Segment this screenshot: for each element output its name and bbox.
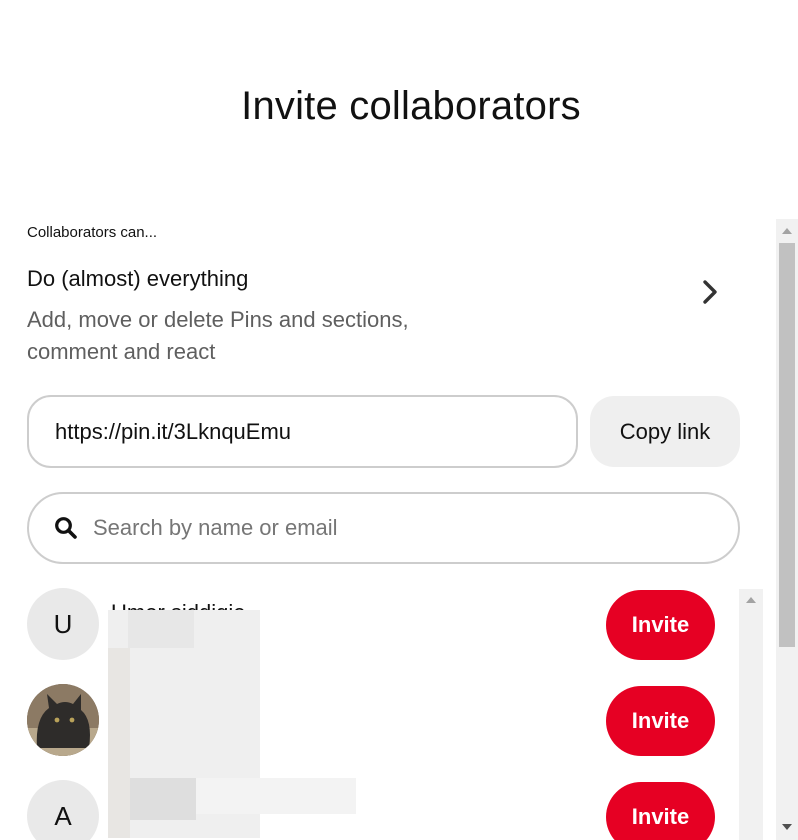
avatar: A (27, 780, 99, 840)
cat-photo-icon (27, 684, 99, 756)
search-icon (53, 515, 79, 541)
scroll-up-icon[interactable] (782, 228, 792, 234)
permissions-title[interactable]: Do (almost) everything (27, 266, 248, 292)
chevron-right-icon[interactable] (696, 278, 724, 306)
redaction-overlay (128, 610, 194, 648)
dialog-scrollbar-thumb[interactable] (779, 243, 795, 647)
redaction-overlay (196, 778, 356, 814)
share-link-field[interactable]: https://pin.it/3LknquEmu (27, 395, 578, 468)
list-scrollbar[interactable] (739, 589, 763, 840)
avatar (27, 684, 99, 756)
search-field[interactable] (27, 492, 740, 564)
invite-button[interactable]: Invite (606, 590, 715, 660)
redaction-overlay (130, 778, 196, 820)
copy-link-button[interactable]: Copy link (590, 396, 740, 467)
scroll-down-icon[interactable] (782, 824, 792, 830)
invite-collaborators-dialog: Invite collaborators Collaborators can..… (0, 0, 798, 840)
permissions-caption: Collaborators can... (27, 224, 158, 241)
permissions-description: Add, move or delete Pins and sections, c… (27, 307, 409, 364)
avatar: U (27, 588, 99, 660)
user-list: U Umer siddiqie Invite Invite A aaliya98… (0, 586, 770, 840)
share-link-url: https://pin.it/3LknquEmu (55, 418, 292, 444)
invite-button[interactable]: Invite (606, 686, 715, 756)
invite-button[interactable]: Invite (606, 782, 715, 840)
search-input[interactable] (93, 515, 693, 541)
dialog-title: Invite collaborators (241, 84, 581, 128)
redaction-overlay (108, 648, 130, 838)
list-scroll-up-icon[interactable] (746, 597, 756, 603)
